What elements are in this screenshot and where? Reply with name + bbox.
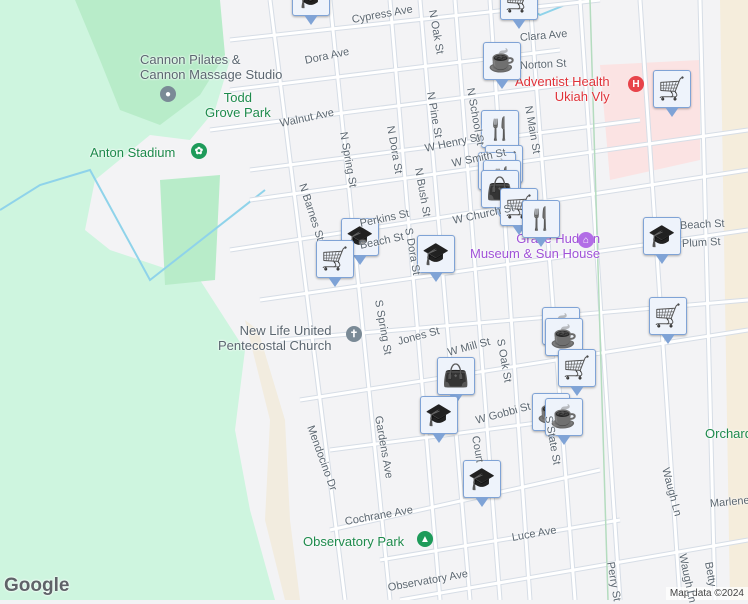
poi-adventist-health[interactable]: Adventist Health Ukiah Vly [515, 74, 610, 104]
map-marker-restaurant[interactable]: 🍴 [481, 110, 519, 157]
bag-icon: 👜 [442, 363, 470, 388]
map-marker-school[interactable]: 🎓 [292, 0, 330, 25]
poi-orchard-park[interactable]: Orchard Park [705, 426, 748, 441]
map-marker-cart[interactable]: 🛒 [316, 240, 354, 287]
cart-icon: 🛒 [658, 76, 686, 101]
poi-anton-stadium[interactable]: Anton Stadium [90, 145, 175, 160]
poi-label: Museum & Sun House [470, 246, 601, 261]
poi-label: New Life United [239, 323, 332, 338]
map-marker-coffee[interactable]: ☕ [483, 42, 521, 89]
poi-label: Pentecostal Church [218, 338, 332, 353]
map-marker-cart[interactable]: 🛒 [500, 0, 538, 29]
map-marker-school[interactable]: 🎓 [643, 217, 681, 264]
poi-todd-grove-park[interactable]: Todd Grove Park [205, 90, 271, 120]
map-marker-school[interactable]: 🎓 [417, 235, 455, 282]
coffee-icon: ☕ [488, 48, 516, 73]
poi-label: Observatory Park [303, 534, 405, 549]
google-logo: Google [4, 575, 70, 596]
map-marker-cart[interactable]: 🛒 [649, 297, 687, 344]
poi-new-life-church[interactable]: New Life United Pentecostal Church [218, 323, 331, 353]
stadium-area [160, 175, 220, 285]
poi-label: Grove Park [205, 105, 271, 120]
street-label: Plum St [681, 235, 721, 250]
school-icon: 🎓 [468, 466, 496, 491]
poi-label: Cannon Pilates & [140, 52, 241, 67]
cart-icon: 🛒 [563, 355, 591, 380]
map-marker-cart[interactable]: 🛒 [558, 349, 596, 396]
school-icon: 🎓 [297, 0, 324, 10]
map-marker-restaurant[interactable]: 🍴 [522, 200, 560, 247]
map-marker-bag[interactable]: 👜 [437, 357, 475, 404]
poi-label: Adventist Health [515, 74, 610, 89]
tree-icon[interactable]: ▲ [417, 531, 433, 547]
coffee-icon: ☕ [550, 324, 578, 349]
poi-label: Ukiah Vly [554, 89, 610, 104]
street-label: Beach St [679, 217, 725, 232]
stadium-icon[interactable]: ✿ [191, 143, 207, 159]
map-marker-cart[interactable]: 🛒 [653, 70, 691, 117]
poi-label: Todd [223, 90, 252, 105]
poi-label: Anton Stadium [90, 145, 176, 160]
poi-cannon-pilates[interactable]: Cannon Pilates & Cannon Massage Studio [140, 52, 282, 82]
cart-icon: 🛒 [321, 246, 349, 271]
cart-icon: 🛒 [654, 303, 682, 328]
location-pin-icon[interactable]: ● [160, 86, 176, 102]
school-icon: 🎓 [648, 223, 676, 248]
street-label: Norton St [519, 57, 567, 72]
cart-icon: 🛒 [505, 0, 533, 13]
restaurant-icon: 🍴 [486, 116, 514, 141]
map-marker-school[interactable]: 🎓 [463, 460, 501, 507]
school-icon: 🎓 [425, 402, 453, 427]
museum-icon[interactable]: ⌂ [578, 232, 594, 248]
map-attribution[interactable]: Map data ©2024 [665, 587, 748, 600]
poi-label: Orchard Park [705, 426, 748, 441]
church-icon[interactable]: ✝ [346, 326, 362, 342]
poi-label: Cannon Massage Studio [140, 67, 283, 82]
school-icon: 🎓 [422, 241, 450, 266]
hospital-icon[interactable]: H [628, 76, 644, 92]
map-marker-school[interactable]: 🎓 [420, 396, 458, 443]
restaurant-icon: 🍴 [527, 206, 555, 231]
poi-observatory-park[interactable]: Observatory Park [303, 534, 404, 549]
